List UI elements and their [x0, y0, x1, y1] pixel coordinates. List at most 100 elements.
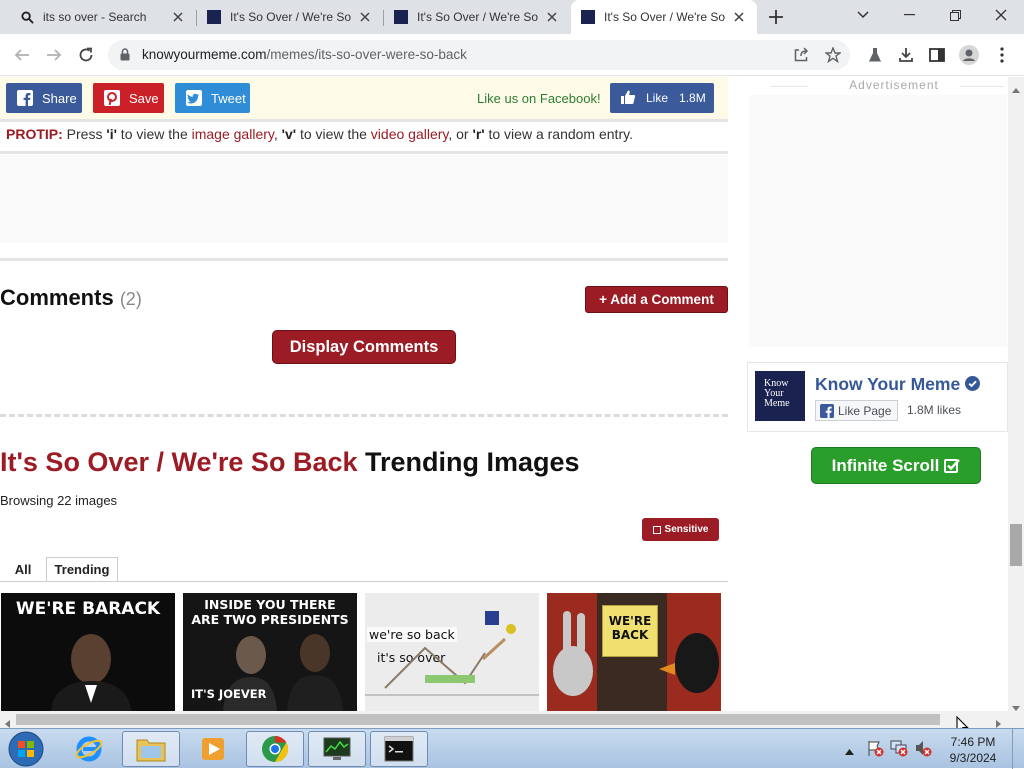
show-hidden-icons-icon[interactable]: [845, 742, 854, 760]
image-gallery-link[interactable]: image gallery: [192, 126, 274, 142]
comments-count: (2): [119, 289, 142, 309]
tab-title: It's So Over / We're So: [604, 10, 726, 24]
command-prompt-taskbar-button[interactable]: [370, 731, 428, 767]
gallery-thumbnail[interactable]: WE'RE BACK: [547, 593, 721, 711]
like-page-button[interactable]: Like Page: [815, 400, 899, 421]
kym-page-name[interactable]: Know Your Meme: [815, 374, 981, 395]
kym-favicon-icon: [581, 10, 595, 24]
tabs-underline: [0, 581, 728, 582]
facebook-icon: [16, 89, 34, 107]
start-button[interactable]: [2, 731, 50, 767]
infinite-scroll-button[interactable]: Infinite Scroll: [811, 447, 981, 484]
side-panel-icon[interactable]: [926, 44, 948, 66]
internet-explorer-taskbar-button[interactable]: [60, 731, 118, 767]
tab-title: its so over - Search: [43, 10, 147, 24]
meme-title-link[interactable]: It's So Over / We're So Back: [0, 447, 358, 477]
twitter-tweet-button[interactable]: Tweet: [175, 83, 250, 113]
tweet-label: Tweet: [211, 90, 246, 106]
like-count: 1.8M: [679, 91, 706, 105]
gallery-thumbnail[interactable]: WE'RE BARACK: [1, 593, 175, 711]
bookmark-star-icon[interactable]: [824, 46, 842, 64]
thumbnail-caption: IT'S JOEVER: [191, 687, 267, 701]
facebook-share-button[interactable]: Share: [6, 83, 82, 113]
video-gallery-link[interactable]: video gallery: [371, 126, 449, 142]
lab-flask-icon[interactable]: [864, 44, 886, 66]
media-player-taskbar-button[interactable]: [184, 731, 242, 767]
reload-button[interactable]: [74, 43, 98, 67]
sign-board: WE'RE BACK: [602, 605, 658, 657]
like-label: Like: [646, 91, 669, 105]
tab-kym-1[interactable]: It's So Over / We're So: [197, 0, 383, 34]
advertisement-label: Advertisement: [849, 78, 939, 92]
gallery-heading: It's So Over / We're So Back Trending Im…: [0, 447, 580, 478]
divider: [0, 258, 728, 261]
show-desktop-button[interactable]: [1012, 729, 1024, 769]
tab-kym-2[interactable]: It's So Over / We're So: [384, 0, 570, 34]
comments-heading: Comments (2): [0, 285, 142, 311]
tab-close-icon[interactable]: [170, 9, 186, 25]
profile-avatar-icon[interactable]: [958, 44, 980, 66]
action-center-flag-icon[interactable]: [866, 739, 884, 762]
protip-fragment: to view the: [116, 126, 192, 142]
logo-word: Meme: [764, 398, 790, 409]
url-path: /memes/its-so-over-were-so-back: [266, 47, 467, 62]
system-clock[interactable]: 7:46 PM 9/3/2024: [940, 734, 1006, 766]
menu-kebab-icon[interactable]: [991, 44, 1013, 66]
twitter-bird-icon: [185, 89, 203, 107]
tab-search[interactable]: its so over - Search: [10, 0, 196, 34]
protip-key: 'v': [281, 126, 297, 142]
network-status-icon[interactable]: [890, 739, 908, 762]
scroll-up-arrow-icon[interactable]: [1012, 80, 1020, 98]
tab-close-icon[interactable]: [357, 9, 373, 25]
like-us-on-facebook-link[interactable]: Like us on Facebook!: [477, 91, 601, 106]
protip-fragment: , or: [448, 126, 473, 142]
display-comments-button[interactable]: Display Comments: [272, 330, 456, 364]
tab-all[interactable]: All: [7, 557, 39, 582]
windows-taskbar: 7:46 PM 9/3/2024: [0, 728, 1024, 769]
pinterest-save-button[interactable]: Save: [93, 83, 164, 113]
horizontal-scroll-thumb[interactable]: [16, 714, 940, 725]
protip-key: 'r': [472, 126, 485, 142]
restore-button[interactable]: [932, 0, 978, 30]
checkbox-icon: [652, 525, 661, 534]
lock-icon[interactable]: [120, 48, 130, 66]
download-icon[interactable]: [895, 44, 917, 66]
tab-search-dropdown-icon[interactable]: [840, 0, 886, 30]
share-label: Share: [42, 90, 77, 106]
divider: [0, 151, 728, 154]
share-bar: Share Save Tweet Like us on Facebook! Li…: [0, 77, 728, 119]
back-button[interactable]: [10, 43, 34, 67]
internet-explorer-icon: [75, 736, 103, 762]
forward-button[interactable]: [42, 43, 66, 67]
verified-badge-icon: [965, 374, 981, 394]
ad-placeholder: [0, 155, 728, 243]
tab-close-icon[interactable]: [731, 9, 747, 25]
url-text[interactable]: knowyourmeme.com/memes/its-so-over-were-…: [142, 47, 467, 62]
gallery-thumbnail[interactable]: INSIDE YOU THERE ARE TWO PRESIDENTS IT'S…: [183, 593, 357, 711]
volume-muted-icon[interactable]: [914, 739, 932, 762]
kym-logo[interactable]: Know Your Meme: [755, 371, 805, 421]
tab-close-icon[interactable]: [544, 9, 560, 25]
search-icon: [20, 10, 34, 24]
task-manager-taskbar-button[interactable]: [308, 731, 366, 767]
vertical-scroll-thumb[interactable]: [1010, 524, 1022, 566]
tab-kym-active[interactable]: It's So Over / We're So: [571, 0, 757, 34]
chrome-taskbar-button[interactable]: [246, 731, 304, 767]
share-page-icon[interactable]: [792, 46, 810, 64]
minimize-button[interactable]: [886, 0, 932, 30]
file-explorer-taskbar-button[interactable]: [122, 731, 180, 767]
thumbnail-caption: WE'RE BARACK: [15, 599, 161, 619]
thumbnail-caption: WE'RE BACK: [608, 614, 652, 642]
thumbnail-caption: INSIDE YOU THERE ARE TWO PRESIDENTS: [191, 597, 349, 627]
close-window-button[interactable]: [978, 0, 1024, 30]
sensitive-toggle[interactable]: Sensitive: [642, 518, 719, 541]
add-comment-button[interactable]: + Add a Comment: [585, 286, 728, 313]
new-tab-button[interactable]: [766, 7, 786, 27]
facebook-like-button[interactable]: Like 1.8M: [610, 83, 714, 113]
vertical-scrollbar[interactable]: [1008, 77, 1024, 711]
address-bar[interactable]: knowyourmeme.com/memes/its-so-over-were-…: [108, 40, 850, 70]
browsing-count: Browsing 22 images: [0, 493, 118, 508]
horizontal-scrollbar[interactable]: [0, 711, 1024, 728]
gallery-thumbnail[interactable]: we're so back it's so over: [365, 593, 539, 711]
tab-trending[interactable]: Trending: [46, 557, 118, 582]
